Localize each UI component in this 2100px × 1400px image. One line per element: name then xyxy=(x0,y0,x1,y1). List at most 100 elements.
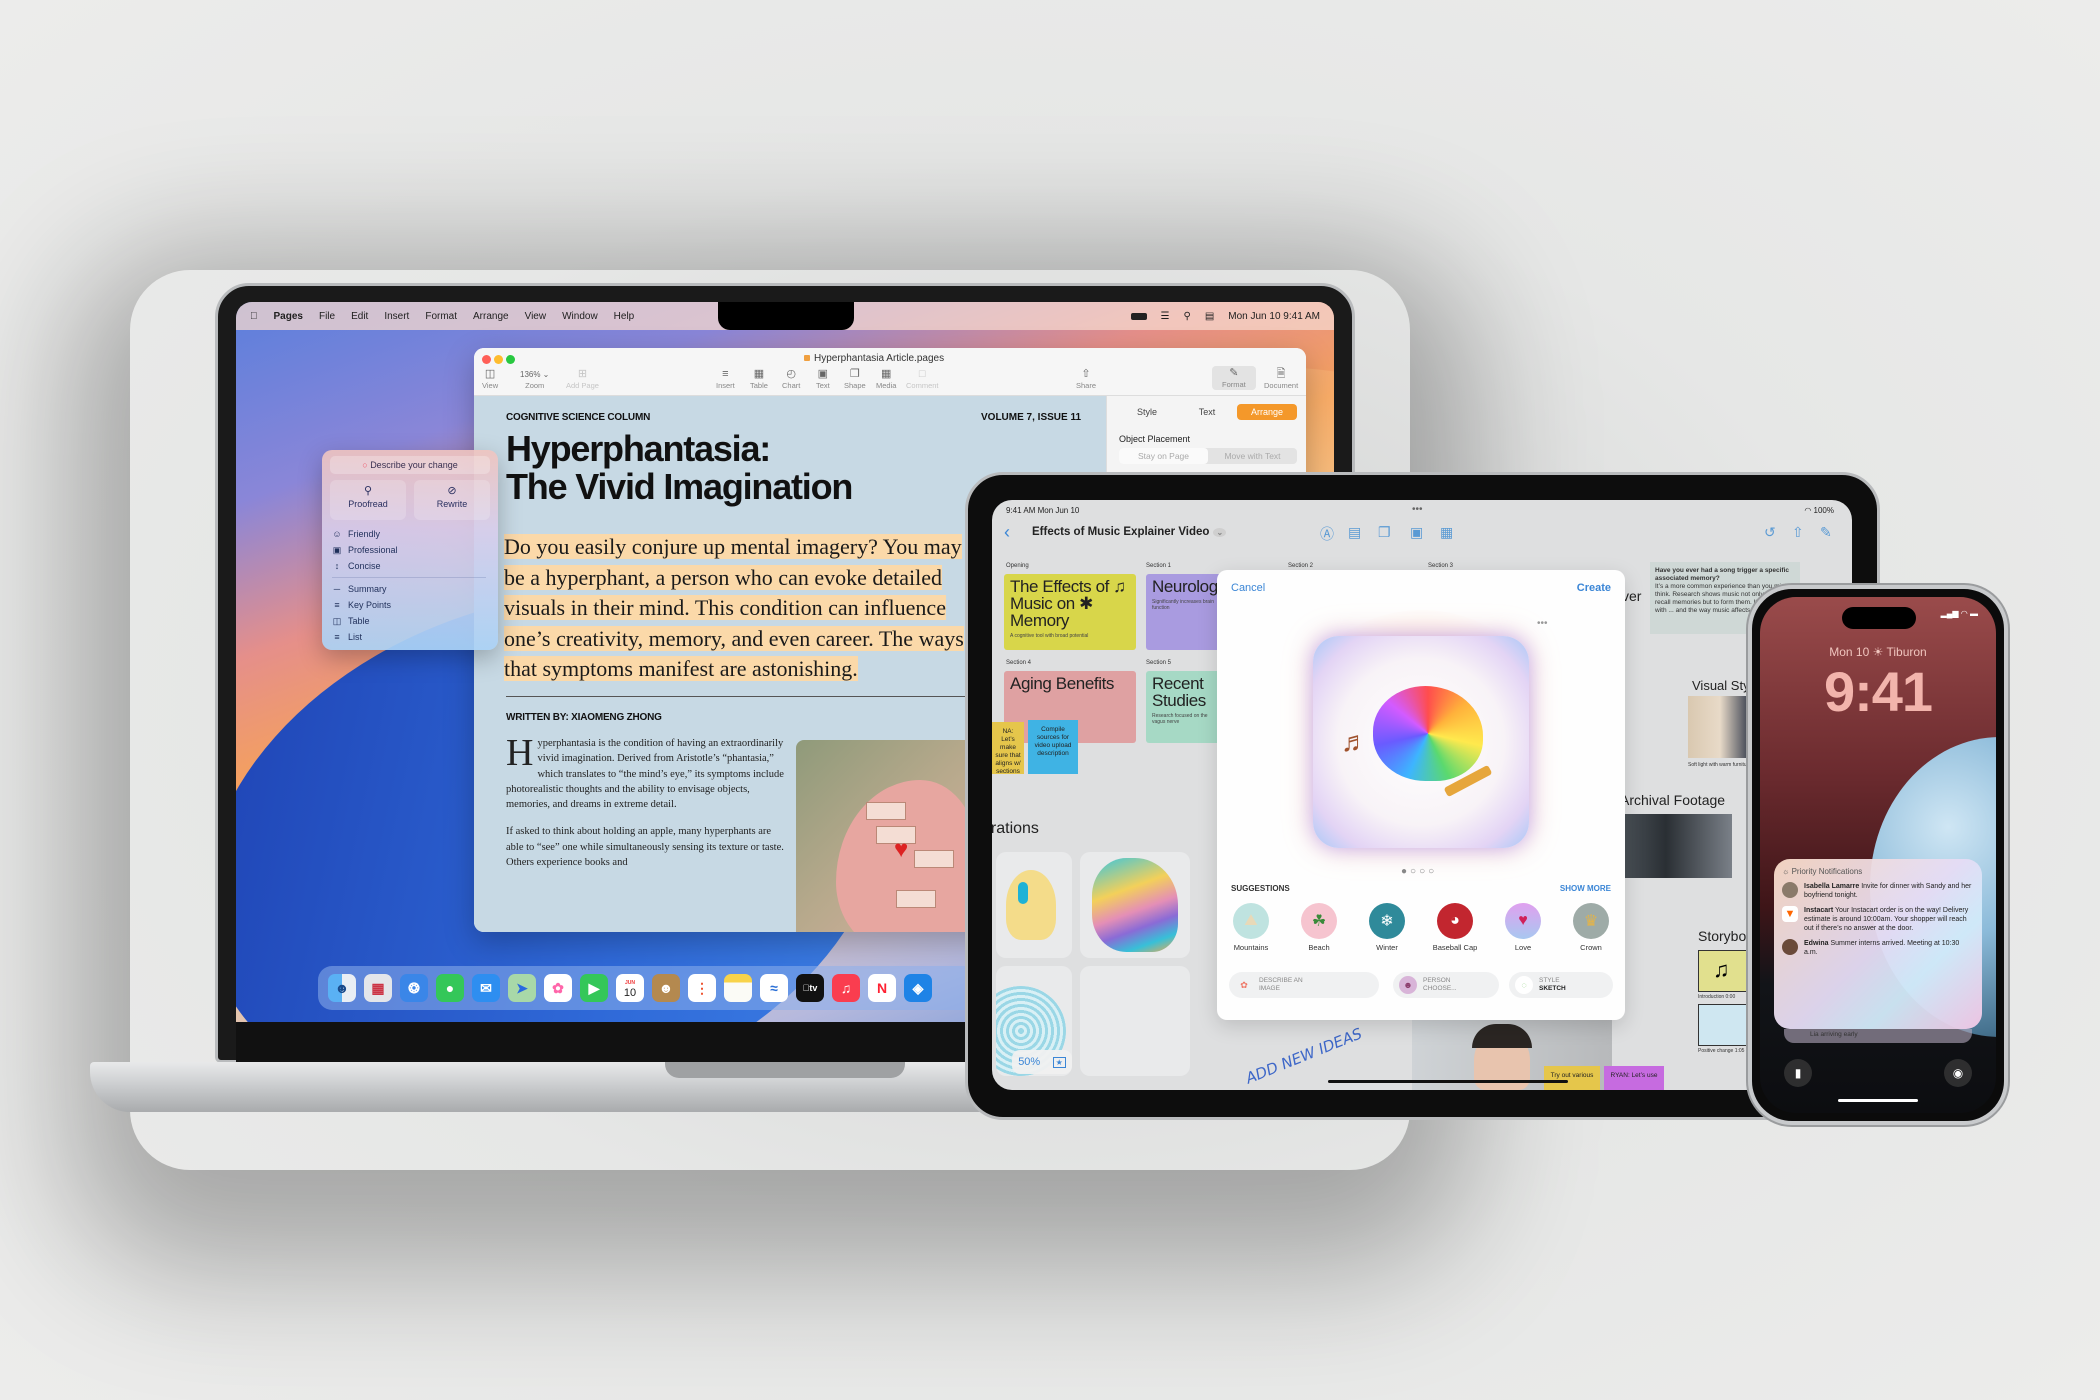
visual-style-image[interactable] xyxy=(1688,696,1752,758)
table-option[interactable]: ◫ Table xyxy=(332,613,486,629)
board-title[interactable]: Effects of Music Explainer Video ⌄ xyxy=(1032,526,1227,538)
list-option[interactable]: ≡ List xyxy=(332,629,486,645)
suggestion-crown[interactable]: ♛ Crown xyxy=(1561,903,1621,952)
page-indicator[interactable]: ●○○○ xyxy=(1401,866,1437,877)
wifi-icon[interactable]: ☰ xyxy=(1161,311,1170,322)
illustration-thumb[interactable] xyxy=(996,852,1072,958)
format-button[interactable]: ✎ Format xyxy=(1212,366,1256,390)
dock-launchpad-icon[interactable]: ▦ xyxy=(364,974,392,1002)
menu-help[interactable]: Help xyxy=(614,311,635,322)
storyboard-frame[interactable] xyxy=(1698,1004,1748,1046)
shape-button[interactable]: ❐ Shape xyxy=(844,368,866,390)
stay-on-page-option[interactable]: Stay on Page xyxy=(1119,448,1208,464)
card-opening[interactable]: The Effects of ♫ Music on ✱ Memory A cog… xyxy=(1004,574,1136,650)
zoom-menu[interactable]: 136% ⌄ Zoom xyxy=(520,368,549,390)
chevron-down-icon[interactable]: ⌄ xyxy=(1213,528,1227,537)
suggestion-baseball-cap[interactable]: ◕ Baseball Cap xyxy=(1425,903,1485,952)
rewrite-button[interactable]: ⊘ Rewrite xyxy=(414,480,490,520)
dock-safari-icon[interactable]: ❂ xyxy=(400,974,428,1002)
back-chevron-icon[interactable]: ‹ xyxy=(1004,522,1010,543)
dock-music-icon[interactable]: ♫ xyxy=(832,974,860,1002)
key-points-option[interactable]: ≡ Key Points xyxy=(332,597,486,613)
menu-format[interactable]: Format xyxy=(425,311,457,322)
describe-image-chip[interactable]: ✿ DESCRIBE AN IMAGE xyxy=(1229,972,1379,998)
dock-keynote-icon[interactable]: ◈ xyxy=(904,974,932,1002)
show-more-button[interactable]: SHOW MORE xyxy=(1560,884,1611,893)
summary-option[interactable]: ─ Summary xyxy=(332,581,486,597)
professional-option[interactable]: ▣ Professional xyxy=(332,542,486,558)
tab-arrange[interactable]: Arrange xyxy=(1237,404,1297,420)
menu-clock[interactable]: Mon Jun 10 9:41 AM xyxy=(1228,311,1320,322)
text-box-icon[interactable]: ▣ xyxy=(1410,524,1423,541)
sticky-note[interactable]: NA: Let’s make sure that aligns w/ secti… xyxy=(992,722,1024,774)
add-page-button[interactable]: ⊞ Add Page xyxy=(566,368,599,390)
article-illustration[interactable]: ♥ xyxy=(796,740,966,932)
selected-lede-text[interactable]: Do you easily conjure up mental imagery?… xyxy=(504,532,964,685)
suggestion-mountains[interactable]: ⛰ Mountains xyxy=(1221,903,1281,952)
control-center-icon[interactable]: ▤ xyxy=(1205,311,1214,322)
illustration-thumb[interactable] xyxy=(1080,852,1190,958)
stacked-notification[interactable]: Lia arriving early xyxy=(1784,1029,1972,1043)
notification-item[interactable]: ▼ Instacart Your Instacart order is on t… xyxy=(1782,906,1974,933)
card-section-5[interactable]: Recent Studies Research focused on the v… xyxy=(1146,671,1226,743)
undo-icon[interactable]: ↺ xyxy=(1764,524,1776,541)
menu-edit[interactable]: Edit xyxy=(351,311,368,322)
move-with-text-option[interactable]: Move with Text xyxy=(1208,448,1297,464)
notification-item[interactable]: Edwina Summer interns arrived. Meeting a… xyxy=(1782,939,1974,957)
menu-app-pages[interactable]: Pages xyxy=(274,311,303,322)
share-button[interactable]: ⇧ Share xyxy=(1076,368,1096,390)
chart-button[interactable]: ◴ Chart xyxy=(782,368,800,390)
create-button[interactable]: Create xyxy=(1577,582,1611,594)
apple-menu-icon[interactable]:  xyxy=(250,311,258,322)
dock-tv-icon[interactable]: tv xyxy=(796,974,824,1002)
illustration-thumb-empty[interactable] xyxy=(1080,966,1190,1076)
table-button[interactable]: ▦ Table xyxy=(750,368,768,390)
dock-mail-icon[interactable]: ✉ xyxy=(472,974,500,1002)
dock-contacts-icon[interactable]: ☻ xyxy=(652,974,680,1002)
camera-button[interactable]: ◉ xyxy=(1944,1059,1972,1087)
sticky-note[interactable]: RYAN: Let’s use xyxy=(1604,1066,1664,1090)
sticky-note[interactable]: Try out various xyxy=(1544,1066,1600,1090)
concise-option[interactable]: ↕ Concise xyxy=(332,558,486,574)
sticky-note[interactable]: Compile sources for video upload descrip… xyxy=(1028,720,1078,774)
favorite-star-icon[interactable]: ★ xyxy=(1052,1056,1066,1068)
menu-file[interactable]: File xyxy=(319,311,335,322)
share-icon[interactable]: ⇧ xyxy=(1792,524,1804,541)
handwritten-note[interactable]: ADD NEW IDEAS xyxy=(1243,1024,1364,1087)
dock-maps-icon[interactable]: ➤ xyxy=(508,974,536,1002)
suggestion-winter[interactable]: ❄ Winter xyxy=(1357,903,1417,952)
battery-icon[interactable] xyxy=(1130,312,1147,320)
menu-window[interactable]: Window xyxy=(562,311,598,322)
view-button[interactable]: ◫ View xyxy=(482,368,498,390)
suggestion-love[interactable]: ♥ Love xyxy=(1493,903,1553,952)
close-window-button[interactable] xyxy=(482,355,491,364)
person-chip[interactable]: ☻ PERSON CHOOSE... xyxy=(1393,972,1499,998)
compose-icon[interactable]: ✎ xyxy=(1820,524,1832,541)
suggestion-beach[interactable]: ☘ Beach xyxy=(1289,903,1349,952)
tab-style[interactable]: Style xyxy=(1117,404,1177,420)
storyboard-frame[interactable]: ♫ xyxy=(1698,950,1748,992)
menu-insert[interactable]: Insert xyxy=(384,311,409,322)
style-chip[interactable]: ◌ STYLE SKETCH xyxy=(1509,972,1613,998)
media-icon[interactable]: ▦ xyxy=(1440,524,1453,541)
multitasking-dots[interactable]: ••• xyxy=(1412,504,1423,515)
dock-reminders-icon[interactable]: ⋮ xyxy=(688,974,716,1002)
describe-change-input[interactable]: ○ Describe your change xyxy=(330,456,490,474)
more-options-icon[interactable]: ••• xyxy=(1537,618,1548,629)
menu-view[interactable]: View xyxy=(525,311,547,322)
article-body[interactable]: Hyperphantasia is the condition of havin… xyxy=(506,734,786,882)
comment-button[interactable]: □ Comment xyxy=(906,368,939,390)
flashlight-button[interactable]: ▮ xyxy=(1784,1059,1812,1087)
home-indicator[interactable] xyxy=(1328,1080,1568,1083)
home-indicator[interactable] xyxy=(1838,1099,1918,1102)
priority-notifications[interactable]: ☼ Priority Notifications Isabella Lamarr… xyxy=(1774,859,1982,1029)
shapes-icon[interactable]: ❐ xyxy=(1378,524,1391,541)
minimize-window-button[interactable] xyxy=(494,355,503,364)
dock-freeform-icon[interactable]: ≈ xyxy=(760,974,788,1002)
zoom-window-button[interactable] xyxy=(506,355,515,364)
sticky-note-icon[interactable]: ▤ xyxy=(1348,524,1361,541)
dock-news-icon[interactable]: N xyxy=(868,974,896,1002)
friendly-option[interactable]: ☺ Friendly xyxy=(332,526,486,542)
document-button[interactable]: 🗎 Document xyxy=(1264,368,1298,390)
dock-notes-icon[interactable] xyxy=(724,974,752,1002)
